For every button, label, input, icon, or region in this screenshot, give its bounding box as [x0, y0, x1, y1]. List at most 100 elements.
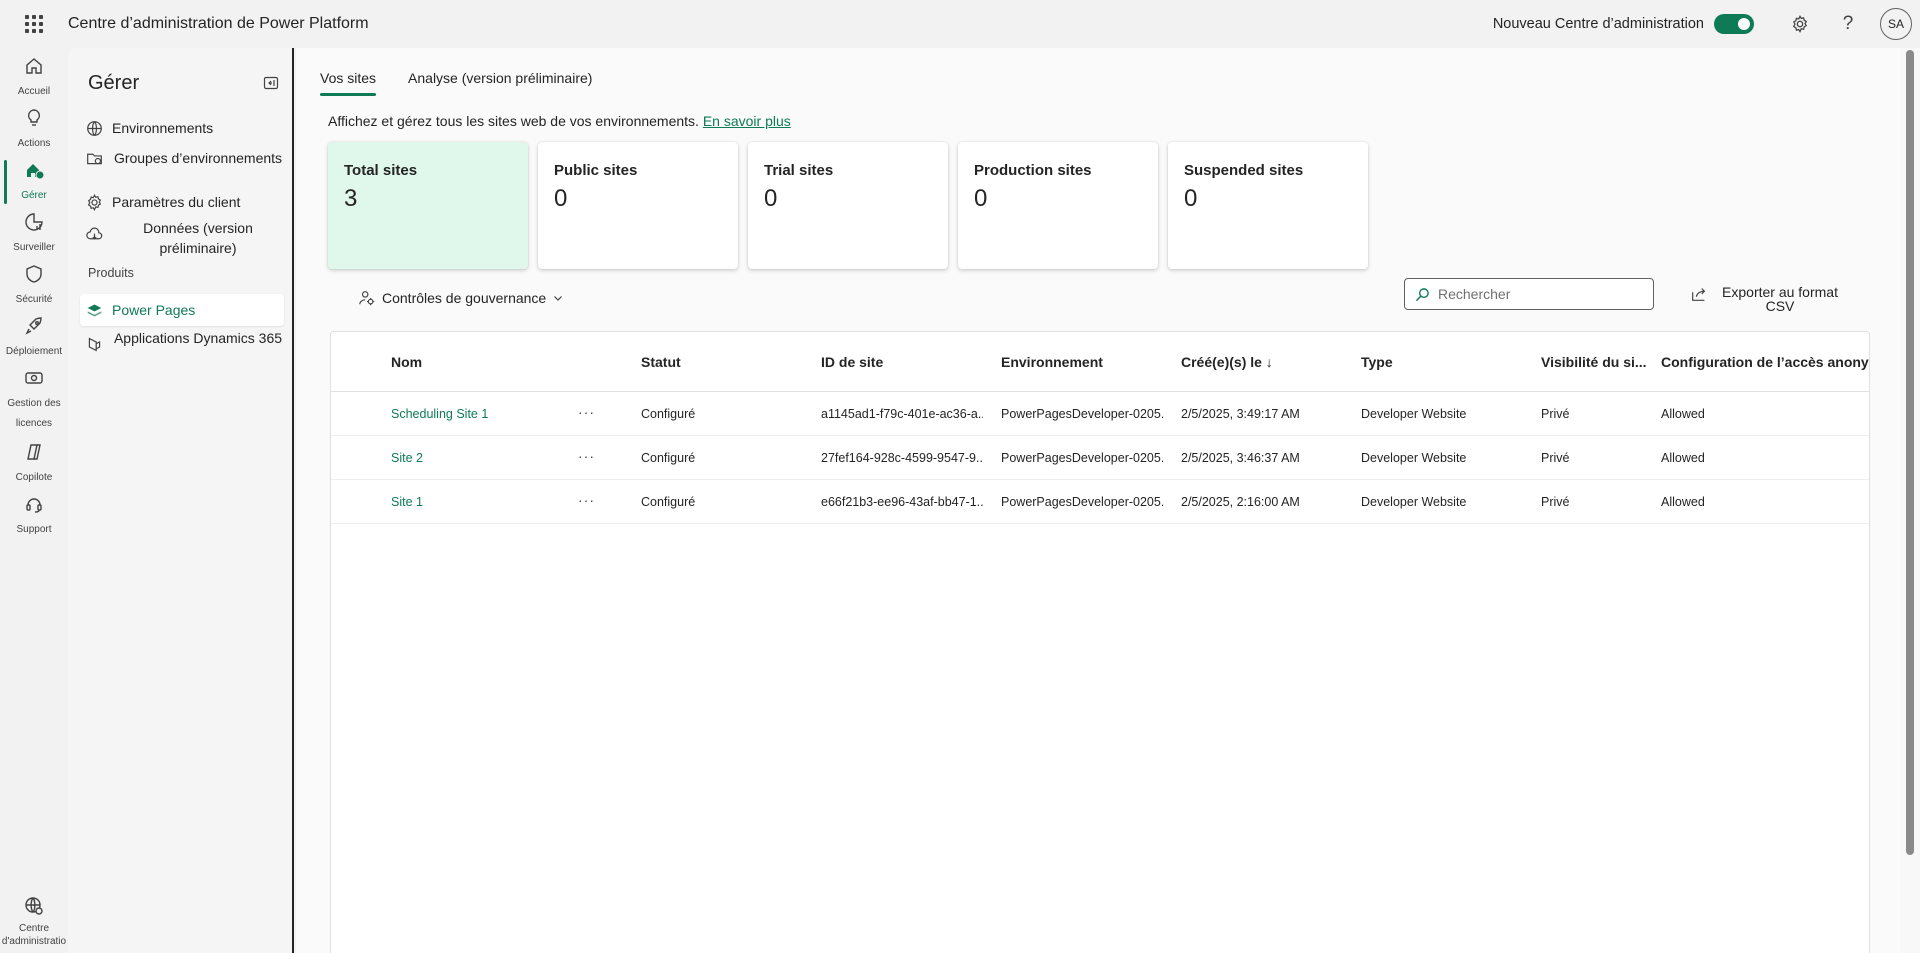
nav-item-groupes[interactable]: Groupes d’environnements [80, 148, 284, 168]
settings-button[interactable] [1776, 0, 1824, 48]
shield-icon [26, 265, 42, 283]
rail-item-deploiement[interactable]: Déploiement [0, 314, 68, 362]
page-scrollbar[interactable] [1900, 48, 1920, 953]
card-value: 0 [764, 185, 778, 212]
rail-label: Surveiller [13, 242, 55, 253]
rail-item-securite[interactable]: Sécurité [0, 262, 68, 310]
rail-item-accueil[interactable]: Accueil [0, 54, 68, 102]
nav-label: Données (version préliminaire) [143, 220, 253, 256]
export-label: Exporter au format CSV [1722, 284, 1838, 314]
monitor-icon [25, 213, 43, 231]
nav-item-power-pages[interactable]: Power Pages [80, 294, 284, 326]
more-options-button[interactable]: ··· [578, 492, 595, 508]
cell-type: Developer Website [1361, 451, 1467, 465]
card-production-sites[interactable]: Production sites 0 [958, 142, 1158, 269]
col-header-visibilite[interactable]: Visibilité du si... [1541, 332, 1651, 392]
license-icon [25, 372, 43, 384]
waffle-icon [25, 15, 43, 33]
card-public-sites[interactable]: Public sites 0 [538, 142, 738, 269]
card-label: Total sites [344, 162, 418, 179]
card-value: 0 [1184, 185, 1198, 212]
rail-item-surveiller[interactable]: Surveiller [0, 210, 68, 258]
col-header-type[interactable]: Type [1361, 332, 1521, 392]
card-trial-sites[interactable]: Trial sites 0 [748, 142, 948, 269]
tabs: Vos sites Analyse (version préliminaire) [320, 60, 624, 96]
new-center-label: Nouveau Centre d’administration [1492, 16, 1704, 32]
rail-item-gerer[interactable]: Gérer [0, 158, 68, 206]
table-row[interactable]: Site 2 ··· Configuré 27fef164-928c-4599-… [331, 436, 1869, 480]
governance-label: Contrôles de gouvernance [382, 290, 547, 306]
site-name-link[interactable]: Site 1 [391, 480, 571, 524]
governance-controls-button[interactable]: Contrôles de gouvernance [358, 282, 564, 314]
card-suspended-sites[interactable]: Suspended sites 0 [1168, 142, 1368, 269]
collapse-panel-icon[interactable] [263, 75, 279, 91]
site-name-link[interactable]: Scheduling Site 1 [391, 392, 571, 436]
rail-item-support[interactable]: Support [0, 492, 68, 540]
nav-item-dynamics[interactable]: Applications Dynamics 365 [80, 328, 284, 354]
nav-item-donnees[interactable]: Données (version préliminaire) [80, 218, 284, 258]
rail-label: Support [16, 524, 52, 535]
manage-title: Gérer [88, 72, 140, 94]
power-pages-icon [87, 304, 101, 316]
main-content: Vos sites Analyse (version préliminaire)… [296, 48, 1900, 953]
col-header-nom[interactable]: Nom [391, 332, 571, 392]
nav-label: Applications Dynamics 365 [113, 330, 283, 346]
table-header: Nom Statut ID de site Environnement Créé… [331, 332, 1869, 392]
rail-item-copilote[interactable]: Copilote [0, 440, 68, 488]
cell-cree-le: 2/5/2025, 3:46:37 AM [1181, 451, 1300, 465]
products-heading: Produits [88, 266, 134, 280]
tab-analyse[interactable]: Analyse (version préliminaire) [408, 60, 592, 96]
card-label: Suspended sites [1184, 162, 1304, 179]
rail-label: Centre d'administratio [1, 923, 67, 947]
nav-item-environnements[interactable]: Environnements [80, 118, 284, 138]
app-launcher-button[interactable] [0, 0, 68, 48]
col-header-cree-le[interactable]: Créé(e)(s) le ↓ [1181, 332, 1341, 392]
col-header-environnement[interactable]: Environnement [1001, 332, 1161, 392]
cell-cree-le: 2/5/2025, 2:16:00 AM [1181, 495, 1300, 509]
cell-visibilite: Privé [1541, 451, 1570, 465]
site-name-link[interactable]: Site 2 [391, 436, 571, 480]
cell-acces-anonyme: Allowed [1661, 407, 1705, 421]
rail-item-licences[interactable]: Gestion des licences [0, 366, 68, 434]
more-options-button[interactable]: ··· [578, 404, 595, 420]
cell-environnement: PowerPagesDeveloper-0205... [1001, 495, 1163, 509]
help-button[interactable]: ? [1824, 0, 1872, 48]
tab-vos-sites[interactable]: Vos sites [320, 60, 377, 96]
rail-label: Déploiement [5, 346, 63, 357]
manage-panel: Gérer Environnements Groupes d’environne… [68, 48, 294, 953]
card-label: Public sites [554, 162, 638, 179]
col-header-id[interactable]: ID de site [821, 332, 981, 392]
new-center-toggle[interactable] [1714, 14, 1754, 34]
app-title: Centre d’administration de Power Platfor… [68, 15, 369, 32]
cell-acces-anonyme: Allowed [1661, 451, 1705, 465]
top-bar: Centre d’administration de Power Platfor… [0, 0, 1920, 48]
card-total-sites[interactable]: Total sites 3 [328, 142, 528, 269]
chevron-down-icon [554, 296, 563, 301]
cell-type: Developer Website [1361, 495, 1467, 509]
card-label: Production sites [974, 162, 1092, 179]
globe-icon [86, 120, 102, 136]
rail-item-admin-center[interactable]: Centre d'administratio [0, 894, 68, 948]
summary-cards: Total sites 3 Public sites 0 Trial sites… [328, 142, 1368, 269]
search-input[interactable] [1438, 286, 1638, 302]
learn-more-link[interactable]: En savoir plus [703, 113, 791, 129]
cloud-icon [85, 227, 102, 240]
col-header-acces-anonyme[interactable]: Configuration de l’accès anonym [1661, 332, 1869, 392]
left-rail: Accueil Actions Gérer Surveiller Sécurit… [0, 48, 68, 953]
rail-item-actions[interactable]: Actions [0, 106, 68, 154]
nav-item-parametres[interactable]: Paramètres du client [80, 192, 284, 212]
table-row[interactable]: Site 1 ··· Configuré e66f21b3-ee96-43af-… [331, 480, 1869, 524]
cell-visibilite: Privé [1541, 495, 1570, 509]
nav-label: Groupes d’environnements [113, 150, 283, 166]
table-row[interactable]: Scheduling Site 1 ··· Configuré a1145ad1… [331, 392, 1869, 436]
page-description: Affichez et gérez tous les sites web de … [328, 113, 791, 129]
card-value: 3 [344, 185, 358, 212]
lightbulb-icon [27, 109, 41, 126]
search-box[interactable] [1404, 278, 1654, 310]
avatar[interactable]: SA [1880, 8, 1912, 40]
col-header-statut[interactable]: Statut [641, 332, 801, 392]
scrollbar-thumb[interactable] [1906, 50, 1914, 855]
export-csv-button[interactable]: Exporter au format CSV [1690, 285, 1840, 313]
nav-label: Paramètres du client [112, 194, 241, 210]
more-options-button[interactable]: ··· [578, 448, 595, 464]
